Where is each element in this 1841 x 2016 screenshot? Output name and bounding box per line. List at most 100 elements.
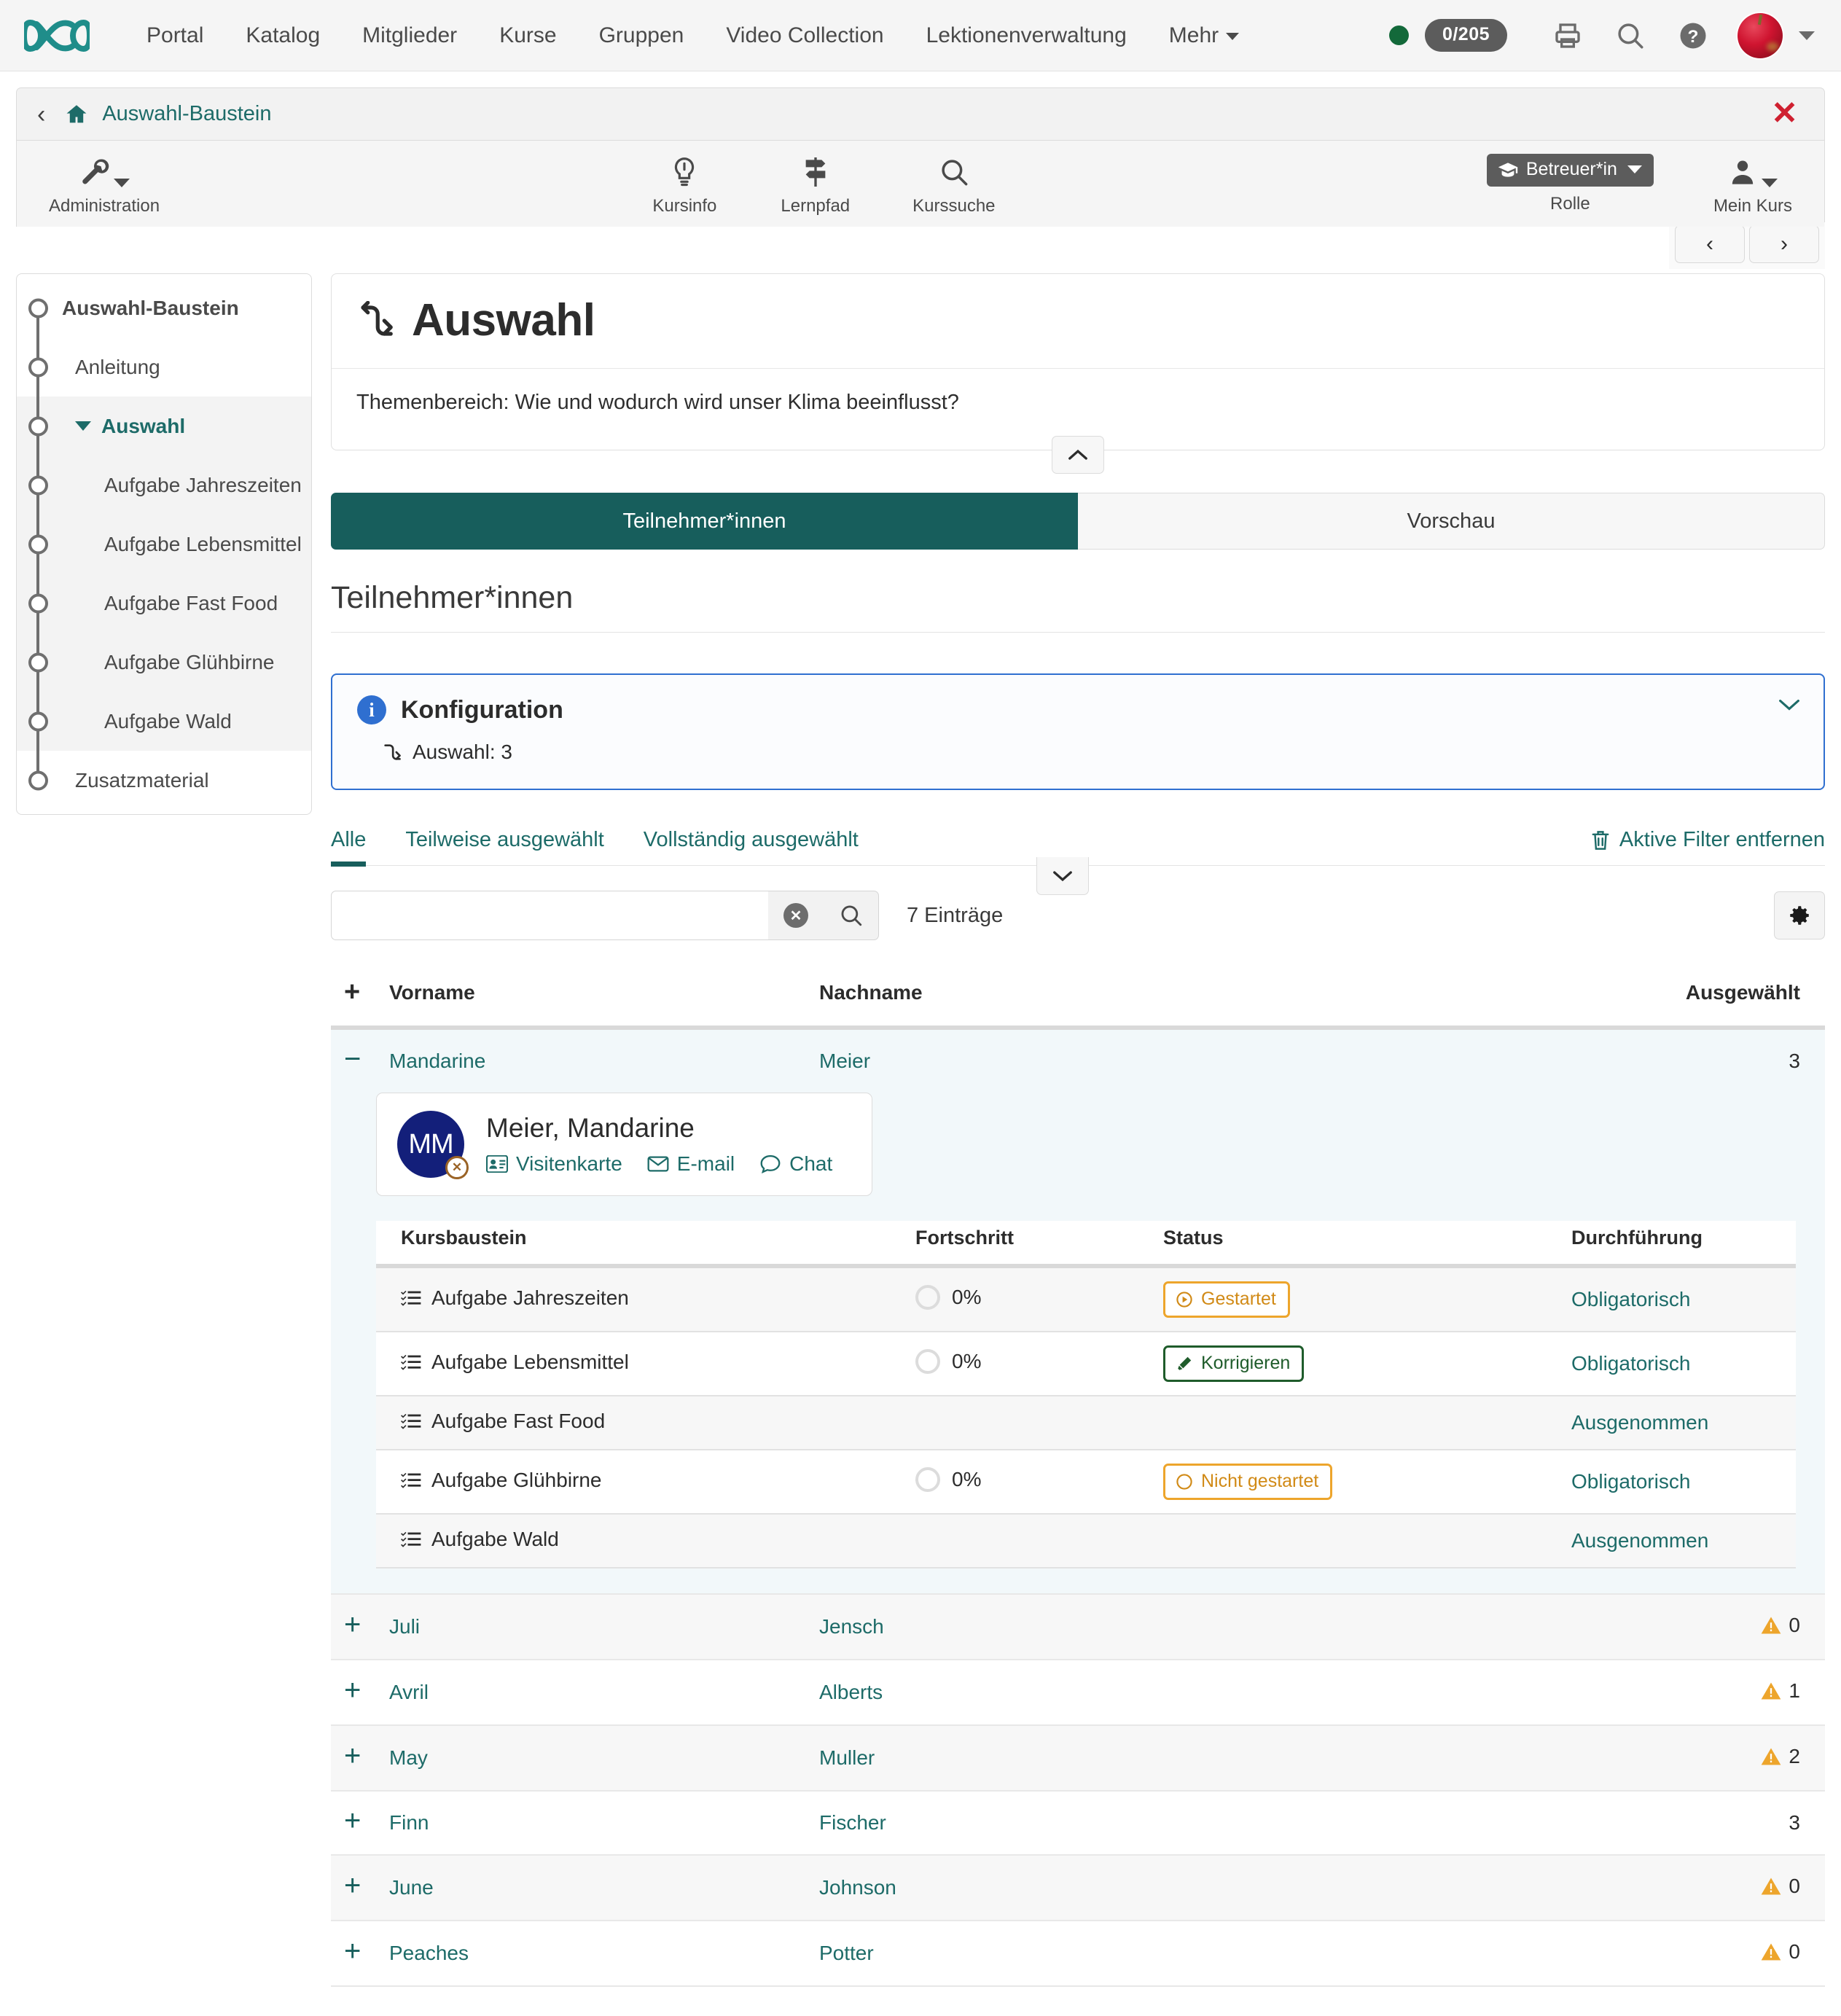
expand-row-button[interactable]: + bbox=[331, 1935, 361, 1967]
col-vorname[interactable]: Vorname bbox=[389, 969, 819, 1028]
role-pill[interactable]: Betreuer*in bbox=[1487, 154, 1654, 187]
nav-item-kurse[interactable]: Kurse bbox=[478, 16, 577, 55]
sidebar-item-aufgabe-jahreszeiten[interactable]: Aufgabe Jahreszeiten bbox=[17, 456, 311, 515]
administration-menu[interactable]: Administration bbox=[39, 151, 170, 216]
sidebar-item-anleitung[interactable]: Anleitung bbox=[17, 337, 311, 396]
nav-item-mehr[interactable]: Mehr bbox=[1148, 16, 1260, 55]
participant-link[interactable]: Jensch bbox=[819, 1615, 884, 1638]
search-input[interactable] bbox=[331, 891, 768, 940]
sidebar-item-aufgabe-lebensmittel[interactable]: Aufgabe Lebensmittel bbox=[17, 515, 311, 574]
lightbulb-icon bbox=[670, 154, 699, 190]
expand-row-button[interactable]: + bbox=[331, 1609, 361, 1641]
checklist-icon bbox=[401, 1471, 421, 1490]
nav-item-katalog[interactable]: Katalog bbox=[224, 16, 341, 55]
x-circle-icon: ✕ bbox=[445, 1156, 469, 1179]
filter-tab-alle[interactable]: Alle bbox=[331, 828, 366, 865]
kursinfo-button[interactable]: Kursinfo bbox=[641, 151, 728, 216]
col-nachname[interactable]: Nachname bbox=[819, 969, 1621, 1028]
chat-link[interactable]: Chat bbox=[759, 1152, 832, 1176]
course-element-row: Aufgabe Glühbirne 0% Nicht gestartet Obl… bbox=[376, 1450, 1796, 1514]
avatar[interactable] bbox=[1738, 13, 1783, 58]
sidebar-item-aufgabe-wald[interactable]: Aufgabe Wald bbox=[17, 692, 311, 751]
kurssuche-button[interactable]: Kurssuche bbox=[902, 151, 1005, 216]
nav-item-gruppen[interactable]: Gruppen bbox=[578, 16, 705, 55]
participant-link[interactable]: Avril bbox=[389, 1681, 429, 1703]
konfiguration-row-label: Auswahl: 3 bbox=[413, 741, 512, 764]
tab-vorschau[interactable]: Vorschau bbox=[1078, 493, 1825, 550]
chevron-down-icon[interactable] bbox=[1799, 31, 1815, 40]
table-row[interactable]: + Peaches Potter 0 bbox=[331, 1921, 1825, 1986]
search-clear-button[interactable]: ✕ bbox=[768, 891, 824, 940]
col-expand-all[interactable]: + bbox=[331, 969, 389, 1028]
empty-circle-icon bbox=[1176, 1473, 1193, 1490]
nav-item-mitglieder[interactable]: Mitglieder bbox=[341, 16, 478, 55]
breadcrumb-title[interactable]: Auswahl-Baustein bbox=[102, 102, 271, 126]
tab-teilnehmerinnen[interactable]: Teilnehmer*innen bbox=[331, 493, 1078, 550]
home-icon[interactable] bbox=[64, 102, 89, 127]
table-settings-button[interactable] bbox=[1774, 891, 1825, 939]
col-ausgewaehlt[interactable]: Ausgewählt bbox=[1621, 969, 1825, 1028]
table-collapse-toggle[interactable] bbox=[1036, 857, 1089, 895]
sidebar-item-zusatzmaterial[interactable]: Zusatzmaterial bbox=[17, 751, 311, 810]
mein-kurs-menu[interactable]: Mein Kurs bbox=[1703, 151, 1802, 216]
help-icon[interactable]: ? bbox=[1670, 13, 1716, 58]
status-badge[interactable]: Korrigieren bbox=[1163, 1345, 1304, 1382]
kurssuche-label: Kurssuche bbox=[912, 196, 995, 216]
table-row[interactable]: + May Muller 2 bbox=[331, 1725, 1825, 1791]
role-switcher[interactable]: Betreuer*in Rolle bbox=[1477, 151, 1664, 214]
close-icon[interactable]: ✕ bbox=[1771, 103, 1804, 125]
pager-prev-button[interactable]: ‹ bbox=[1675, 225, 1745, 263]
participant-link[interactable]: Meier bbox=[819, 1050, 870, 1072]
konfiguration-collapse-chevron[interactable] bbox=[1777, 697, 1802, 713]
chevron-down-icon[interactable] bbox=[75, 421, 91, 431]
expand-row-button[interactable]: + bbox=[331, 1740, 361, 1772]
expand-row-button[interactable]: + bbox=[331, 1870, 361, 1902]
infinity-logo[interactable] bbox=[22, 13, 92, 58]
email-link[interactable]: E-mail bbox=[647, 1152, 735, 1176]
trash-icon bbox=[1590, 829, 1611, 851]
expand-row-button[interactable]: + bbox=[331, 1674, 361, 1706]
participant-link[interactable]: Alberts bbox=[819, 1681, 883, 1703]
checklist-icon bbox=[401, 1289, 421, 1308]
participant-link[interactable]: Muller bbox=[819, 1746, 875, 1769]
participant-link[interactable]: June bbox=[389, 1876, 434, 1899]
table-row[interactable]: + Finn Fischer 3 bbox=[331, 1791, 1825, 1855]
panel-collapse-button[interactable] bbox=[1052, 436, 1104, 474]
visitenkarte-link[interactable]: Visitenkarte bbox=[486, 1152, 622, 1176]
participant-link[interactable]: Johnson bbox=[819, 1876, 896, 1899]
search-icon bbox=[939, 154, 969, 190]
collapse-row-button[interactable]: − bbox=[331, 1043, 361, 1075]
nav-item-lektionenverwaltung[interactable]: Lektionenverwaltung bbox=[905, 16, 1148, 55]
course-element-row: Aufgabe Fast Food Ausgenommen bbox=[376, 1396, 1796, 1450]
sidebar-item-aufgabe-gluehbirne[interactable]: Aufgabe Glühbirne bbox=[17, 633, 311, 692]
nav-item-mehr-label: Mehr bbox=[1169, 23, 1219, 47]
nav-item-portal[interactable]: Portal bbox=[125, 16, 224, 55]
sidebar-item-auswahl-baustein[interactable]: Auswahl-Baustein bbox=[17, 278, 311, 337]
remove-active-filters-button[interactable]: Aktive Filter entfernen bbox=[1590, 828, 1825, 865]
participant-link[interactable]: Mandarine bbox=[389, 1050, 485, 1072]
expand-row-button[interactable]: + bbox=[331, 1805, 361, 1837]
chevron-left-icon[interactable]: ‹ bbox=[37, 102, 45, 127]
search-icon[interactable] bbox=[1608, 13, 1653, 58]
table-row[interactable]: + Juli Jensch 0 bbox=[331, 1594, 1825, 1660]
assessment-counter-badge[interactable]: 0/205 bbox=[1425, 19, 1507, 52]
filter-tab-teilweise-ausgewaehlt[interactable]: Teilweise ausgewählt bbox=[405, 828, 603, 865]
search-submit-button[interactable] bbox=[824, 891, 879, 940]
filter-tab-vollstaendig-ausgewaehlt[interactable]: Vollständig ausgewählt bbox=[644, 828, 859, 865]
lernpfad-button[interactable]: Lernpfad bbox=[770, 151, 860, 216]
participant-link[interactable]: Juli bbox=[389, 1615, 420, 1638]
sidebar-item-auswahl[interactable]: Auswahl bbox=[17, 396, 311, 456]
participant-link[interactable]: May bbox=[389, 1746, 428, 1769]
participant-link[interactable]: Potter bbox=[819, 1942, 874, 1964]
print-icon[interactable] bbox=[1545, 13, 1590, 58]
nav-item-video-collection[interactable]: Video Collection bbox=[705, 16, 904, 55]
participant-link[interactable]: Peaches bbox=[389, 1942, 469, 1964]
participant-link[interactable]: Finn bbox=[389, 1811, 429, 1834]
table-row[interactable]: − Mandarine Meier 3 bbox=[331, 1028, 1825, 1093]
pager-next-button[interactable]: › bbox=[1749, 225, 1819, 263]
table-row[interactable]: + Avril Alberts 1 bbox=[331, 1660, 1825, 1725]
table-row[interactable]: + June Johnson 0 bbox=[331, 1855, 1825, 1921]
sidebar-item-aufgabe-fast-food[interactable]: Aufgabe Fast Food bbox=[17, 574, 311, 633]
participant-link[interactable]: Fischer bbox=[819, 1811, 886, 1834]
row-first-name: Mandarine bbox=[389, 1028, 819, 1093]
